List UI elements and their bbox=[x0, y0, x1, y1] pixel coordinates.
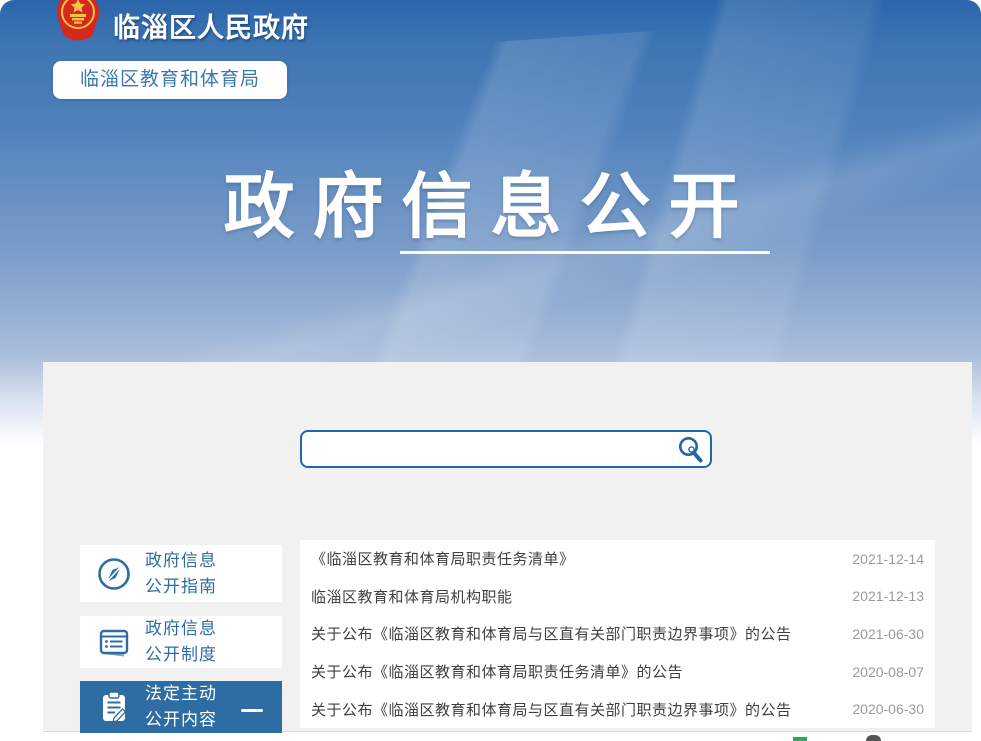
list-item-title[interactable]: 关于公布《临淄区教育和体育局与区直有关部门职责边界事项》的公告 bbox=[311, 623, 792, 644]
list-item-date: 2021-12-13 bbox=[852, 588, 924, 604]
clipboard-icon bbox=[94, 687, 134, 727]
cutoff-green-icon bbox=[793, 737, 807, 741]
list-item-title[interactable]: 临淄区教育和体育局机构职能 bbox=[311, 586, 513, 607]
sidebar-item-statutory[interactable]: 法定主动 公开内容 bbox=[80, 681, 282, 733]
search-box bbox=[300, 430, 712, 468]
search-button[interactable] bbox=[670, 432, 710, 466]
sidebar-item-guide[interactable]: 政府信息 公开指南 bbox=[80, 545, 282, 602]
list-item-date: 2021-12-14 bbox=[852, 551, 924, 567]
gov-name: 临淄区人民政府 bbox=[113, 6, 309, 45]
list-item[interactable]: 关于公布《临淄区教育和体育局与区直有关部门职责边界事项》的公告 2021-06-… bbox=[300, 615, 935, 653]
list-item[interactable]: 临淄区教育和体育局机构职能 2021-12-13 bbox=[300, 578, 935, 616]
compass-icon bbox=[94, 554, 134, 594]
collapse-minus-icon[interactable] bbox=[241, 709, 263, 712]
document-icon bbox=[94, 622, 134, 662]
title-underline bbox=[400, 251, 770, 254]
sidebar-item-label: 法定主动 公开内容 bbox=[145, 681, 217, 733]
article-list: 《临淄区教育和体育局职责任务清单》 2021-12-14 临淄区教育和体育局机构… bbox=[300, 540, 935, 728]
list-item-date: 2020-08-07 bbox=[852, 664, 924, 680]
search-icon bbox=[676, 435, 704, 463]
list-item-date: 2021-06-30 bbox=[852, 626, 924, 642]
bureau-tab[interactable]: 临淄区教育和体育局 bbox=[53, 61, 287, 99]
list-item[interactable]: 《临淄区教育和体育局职责任务清单》 2021-12-14 bbox=[300, 540, 935, 578]
list-item[interactable]: 关于公布《临淄区教育和体育局职责任务清单》的公告 2020-08-07 bbox=[300, 653, 935, 691]
page: 临淄区人民政府 临淄区教育和体育局 政府信息公开 bbox=[0, 0, 981, 741]
cutoff-dark-icon bbox=[866, 735, 881, 741]
sidebar-item-rules[interactable]: 政府信息 公开制度 bbox=[80, 616, 282, 668]
national-emblem-icon bbox=[55, 0, 101, 41]
list-item-date: 2020-06-30 bbox=[852, 701, 924, 717]
list-item[interactable]: 关于公布《临淄区教育和体育局与区直有关部门职责边界事项》的公告 2020-06-… bbox=[300, 690, 935, 728]
search-input[interactable] bbox=[302, 432, 670, 466]
list-item-title[interactable]: 《临淄区教育和体育局职责任务清单》 bbox=[311, 548, 575, 569]
list-item-title[interactable]: 关于公布《临淄区教育和体育局职责任务清单》的公告 bbox=[311, 661, 683, 682]
page-title: 政府信息公开 bbox=[0, 150, 981, 252]
sidebar-item-label: 政府信息 公开指南 bbox=[145, 548, 217, 600]
list-item-title[interactable]: 关于公布《临淄区教育和体育局与区直有关部门职责边界事项》的公告 bbox=[311, 699, 792, 720]
sidebar-item-label: 政府信息 公开制度 bbox=[145, 616, 217, 668]
hero-banner: 临淄区人民政府 临淄区教育和体育局 政府信息公开 bbox=[0, 0, 981, 362]
